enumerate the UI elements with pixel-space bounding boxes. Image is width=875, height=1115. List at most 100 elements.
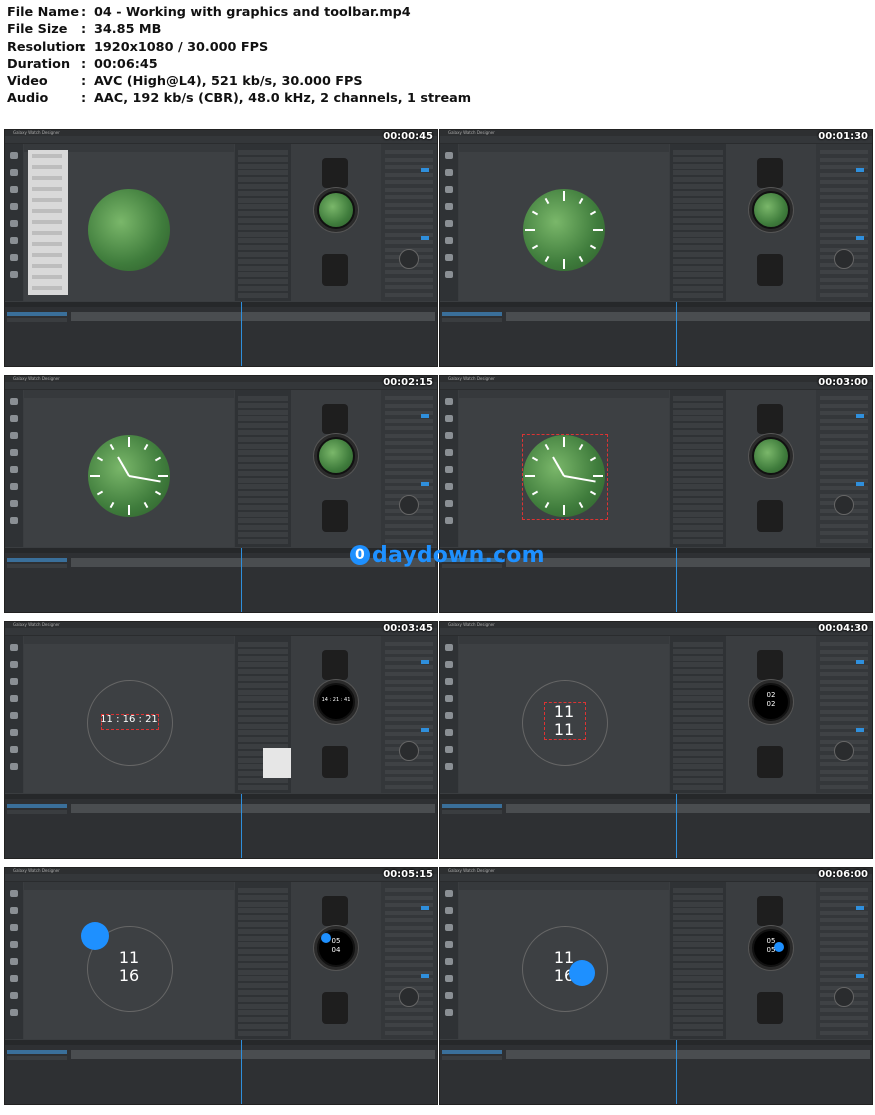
settings-row[interactable]	[820, 538, 868, 543]
settings-row[interactable]	[820, 895, 868, 900]
property-row[interactable]	[238, 450, 288, 456]
settings-row[interactable]	[385, 732, 433, 736]
property-row[interactable]	[673, 292, 723, 298]
property-row[interactable]	[238, 204, 288, 210]
layer-row-selected[interactable]	[7, 312, 67, 316]
property-row[interactable]	[673, 655, 723, 661]
property-row[interactable]	[238, 969, 288, 975]
property-row[interactable]	[238, 286, 288, 291]
tool-icon[interactable]	[10, 415, 18, 422]
property-row[interactable]	[673, 969, 723, 975]
tool-icon[interactable]	[445, 466, 453, 473]
property-row[interactable]	[673, 409, 723, 415]
property-row[interactable]	[673, 252, 723, 257]
settings-row[interactable]	[820, 1008, 868, 1012]
property-row[interactable]	[673, 990, 723, 995]
property-row[interactable]	[238, 682, 288, 688]
property-row[interactable]	[673, 935, 723, 941]
settings-row[interactable]	[820, 463, 868, 468]
property-row[interactable]	[673, 238, 723, 244]
tool-icon[interactable]	[10, 763, 18, 770]
menu-item[interactable]	[32, 286, 62, 290]
settings-row[interactable]	[385, 225, 433, 229]
property-row[interactable]	[238, 648, 288, 654]
property-row[interactable]	[238, 464, 288, 469]
settings-row[interactable]	[385, 895, 433, 900]
property-row[interactable]	[673, 470, 723, 476]
settings-row[interactable]	[385, 948, 433, 952]
toggle-on[interactable]	[421, 482, 429, 486]
tool-icon[interactable]	[445, 992, 453, 999]
layer-row-selected[interactable]	[442, 1050, 502, 1054]
settings-row[interactable]	[820, 486, 868, 490]
design-canvas[interactable]	[24, 390, 234, 547]
property-row[interactable]	[238, 696, 288, 702]
tool-icon[interactable]	[445, 432, 453, 439]
property-row[interactable]	[238, 1030, 288, 1036]
tool-icon[interactable]	[10, 517, 18, 524]
property-row[interactable]	[238, 511, 288, 517]
tool-icon[interactable]	[10, 254, 18, 261]
property-row[interactable]	[673, 218, 723, 223]
timeline-cursor[interactable]	[676, 794, 677, 858]
property-row[interactable]	[238, 279, 288, 285]
tool-icon[interactable]	[445, 975, 453, 982]
tool-icon[interactable]	[445, 907, 453, 914]
property-row[interactable]	[238, 996, 288, 1002]
property-row[interactable]	[238, 163, 288, 169]
toggle-on[interactable]	[856, 168, 864, 172]
property-row[interactable]	[673, 648, 723, 654]
property-row[interactable]	[673, 716, 723, 722]
settings-row[interactable]	[385, 777, 433, 781]
toggle-on[interactable]	[856, 236, 864, 240]
property-row[interactable]	[238, 292, 288, 298]
property-row[interactable]	[673, 436, 723, 442]
settings-row[interactable]	[385, 486, 433, 490]
property-row[interactable]	[238, 177, 288, 183]
tool-icon[interactable]	[445, 712, 453, 719]
dial-control[interactable]	[399, 987, 419, 1007]
settings-row[interactable]	[820, 702, 868, 706]
property-row[interactable]	[673, 778, 723, 783]
toggle-on[interactable]	[421, 414, 429, 418]
property-row[interactable]	[238, 676, 288, 681]
layer-row[interactable]	[442, 1056, 502, 1060]
property-row[interactable]	[238, 1024, 288, 1029]
settings-row[interactable]	[820, 769, 868, 774]
property-row[interactable]	[238, 778, 288, 783]
property-row[interactable]	[238, 1010, 288, 1016]
tool-icon[interactable]	[10, 237, 18, 244]
property-row[interactable]	[673, 286, 723, 291]
property-row[interactable]	[238, 888, 288, 893]
settings-row[interactable]	[385, 523, 433, 528]
property-row[interactable]	[238, 976, 288, 982]
settings-row[interactable]	[385, 448, 433, 453]
settings-row[interactable]	[820, 210, 868, 214]
settings-row[interactable]	[385, 649, 433, 654]
property-row[interactable]	[673, 396, 723, 401]
property-row[interactable]	[238, 409, 288, 415]
settings-row[interactable]	[385, 694, 433, 699]
settings-row[interactable]	[820, 448, 868, 453]
layer-row[interactable]	[442, 810, 502, 814]
property-row[interactable]	[238, 538, 288, 544]
settings-row[interactable]	[820, 664, 868, 669]
settings-row[interactable]	[820, 762, 868, 766]
settings-row[interactable]	[385, 664, 433, 669]
tool-icon[interactable]	[445, 746, 453, 753]
settings-row[interactable]	[385, 150, 433, 154]
settings-row[interactable]	[385, 672, 433, 676]
property-row[interactable]	[238, 231, 288, 237]
toggle-on[interactable]	[421, 660, 429, 664]
settings-row[interactable]	[385, 717, 433, 721]
digital-hours[interactable]: 11	[114, 948, 144, 967]
property-row[interactable]	[673, 928, 723, 934]
dial-control[interactable]	[834, 495, 854, 515]
property-row[interactable]	[238, 922, 288, 927]
property-row[interactable]	[238, 784, 288, 790]
settings-row[interactable]	[820, 157, 868, 162]
menu-item[interactable]	[32, 275, 62, 279]
tool-icon[interactable]	[10, 483, 18, 490]
settings-row[interactable]	[820, 948, 868, 952]
property-row[interactable]	[238, 436, 288, 442]
